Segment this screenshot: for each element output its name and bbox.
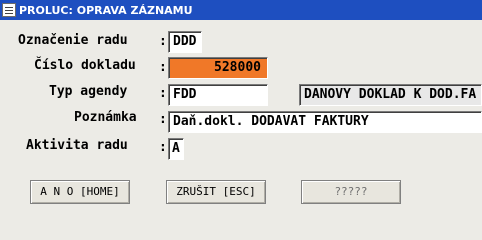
colon: : xyxy=(159,60,167,75)
aktivita-radu-label: Aktivita radu xyxy=(26,138,128,153)
colon: : xyxy=(159,140,167,155)
typ-agendy-label: Typ agendy xyxy=(49,84,128,99)
ano-button[interactable]: A N O [HOME] xyxy=(30,180,130,204)
typ-agendy-description: DANOVY DOKLAD K DOD.FA xyxy=(299,84,482,106)
cislo-dokladu-input[interactable]: 528000 xyxy=(168,57,268,79)
title-bar[interactable]: PROLUC: OPRAVA ZÁZNAMU xyxy=(0,0,482,20)
poznamka-label: Poznámka xyxy=(74,110,137,125)
window-title: PROLUC: OPRAVA ZÁZNAMU xyxy=(19,3,193,17)
typ-agendy-input[interactable]: FDD xyxy=(168,84,268,106)
colon: : xyxy=(159,34,167,49)
colon: : xyxy=(159,112,167,127)
poznamka-input[interactable]: Daň.dokl. DODAVAT FAKTURY xyxy=(168,111,482,133)
unknown-button[interactable]: ????? xyxy=(301,180,401,204)
zrusit-button[interactable]: ZRUŠIT [ESC] xyxy=(166,180,266,204)
document-icon xyxy=(2,3,16,17)
cislo-dokladu-label: Číslo dokladu xyxy=(34,58,136,73)
oznacenie-radu-label: Označenie radu xyxy=(18,33,128,48)
aktivita-radu-input[interactable]: A xyxy=(168,138,184,160)
oznacenie-radu-input[interactable]: DDD xyxy=(168,31,202,53)
colon: : xyxy=(159,86,167,101)
